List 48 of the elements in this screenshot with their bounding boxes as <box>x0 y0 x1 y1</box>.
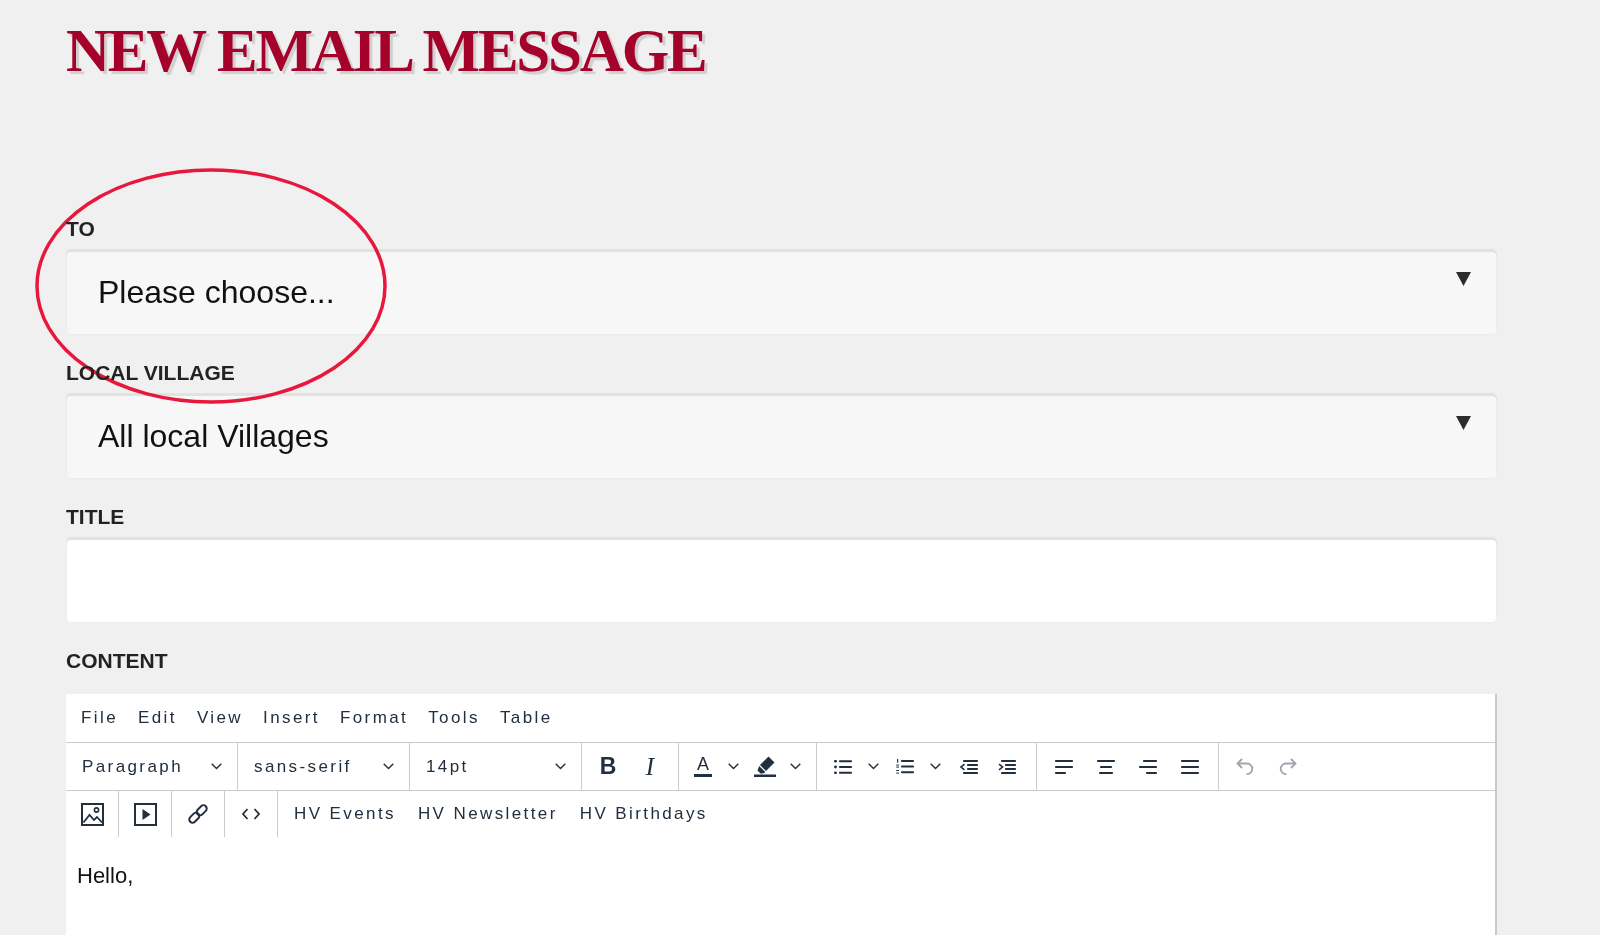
field-label: TITLE <box>66 505 125 529</box>
italic-button[interactable]: I <box>630 749 670 784</box>
dropdown-arrow-icon <box>1456 416 1471 430</box>
justify-icon <box>1181 759 1199 774</box>
link-icon <box>187 803 209 825</box>
play-icon <box>133 802 157 826</box>
outdent-icon <box>960 759 978 774</box>
chevron-down-icon <box>211 763 222 770</box>
indent-icon <box>998 759 1016 774</box>
editor-content-field[interactable]: Hello, <box>66 837 1495 935</box>
block-format-dropdown[interactable]: Paragraph <box>66 743 237 790</box>
dropdown-arrow-icon <box>1456 272 1471 286</box>
select-field[interactable]: Please choose... <box>66 249 1497 335</box>
menu-item[interactable]: Format <box>329 701 419 735</box>
select-field[interactable]: All local Villages <box>66 393 1497 479</box>
font-size-dropdown[interactable]: 14pt <box>410 743 581 790</box>
page-title: NEW EMAIL MESSAGE <box>66 16 706 86</box>
menu-item[interactable]: Tools <box>418 701 490 735</box>
text-input-field[interactable] <box>66 537 1497 623</box>
field-label: CONTENT <box>66 649 168 673</box>
highlighter-icon <box>754 756 776 777</box>
toolbar-text-button[interactable]: HV Events <box>283 797 407 831</box>
undo-icon <box>1236 758 1254 775</box>
chevron-down-icon <box>930 763 941 770</box>
menu-item[interactable]: Table <box>489 701 563 735</box>
font-family-dropdown[interactable]: sans-serif <box>238 743 409 790</box>
numbered-list-icon <box>896 759 914 774</box>
chevron-down-icon <box>868 763 879 770</box>
toolbar-text-button[interactable]: HV Birthdays <box>568 797 719 831</box>
menu-item[interactable]: Insert <box>253 701 330 735</box>
align-left-icon <box>1055 759 1073 774</box>
bold-button[interactable]: B <box>588 749 628 784</box>
redo-icon <box>1279 758 1297 775</box>
align-right-icon <box>1139 759 1157 774</box>
menu-item[interactable]: Edit <box>128 701 187 735</box>
chevron-down-icon <box>728 763 739 770</box>
align-center-icon <box>1097 759 1115 774</box>
menu-item[interactable]: File <box>71 701 128 735</box>
toolbar-text-button[interactable]: HV Newsletter <box>406 797 569 831</box>
text-color-button[interactable]: A <box>686 749 748 784</box>
chevron-down-icon <box>555 763 566 770</box>
chevron-down-icon <box>790 763 801 770</box>
bulleted-list-icon <box>834 759 852 774</box>
image-icon <box>80 802 104 826</box>
field-label: TO <box>66 217 95 241</box>
menu-item[interactable]: View <box>186 701 254 735</box>
code-icon <box>242 808 260 820</box>
chevron-down-icon <box>383 763 394 770</box>
